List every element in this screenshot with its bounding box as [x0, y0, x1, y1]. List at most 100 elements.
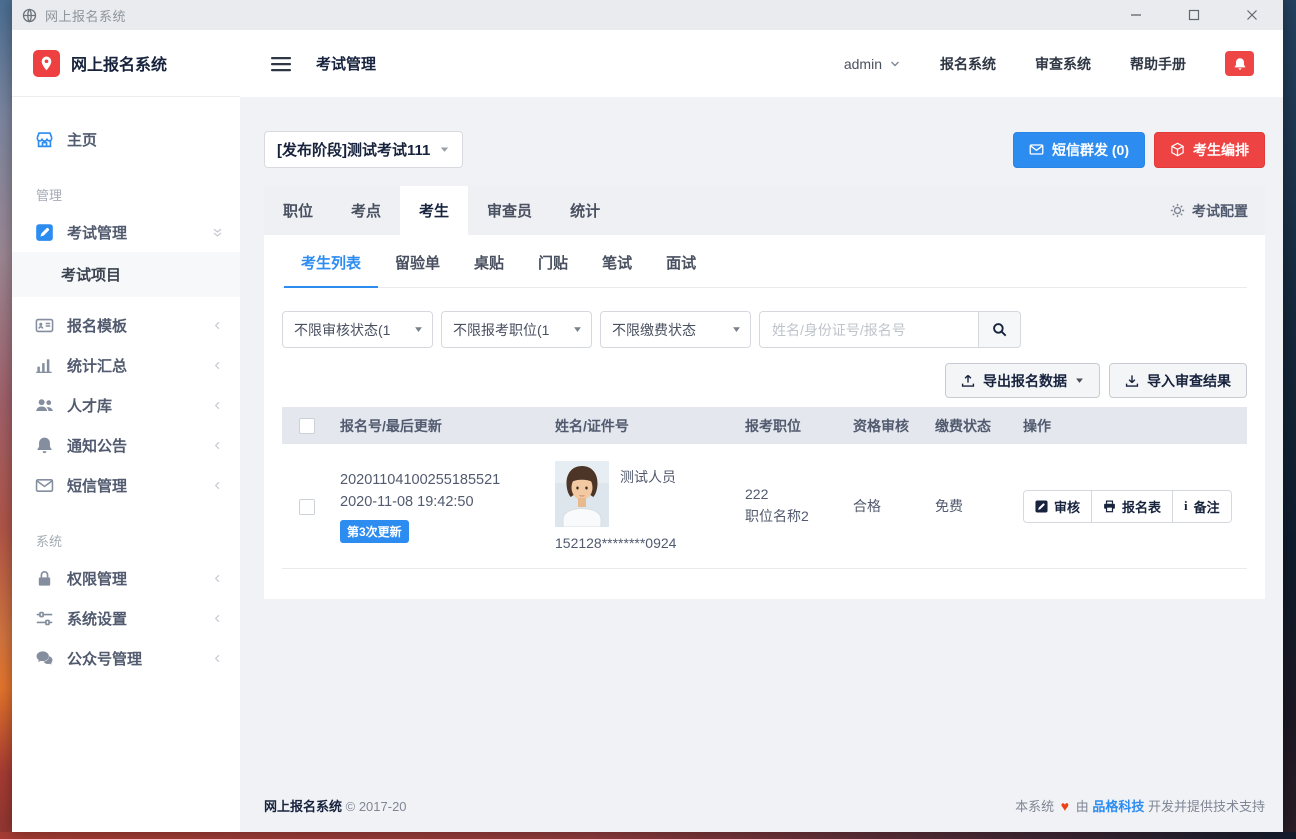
registration-form-button[interactable]: 报名表: [1091, 491, 1172, 522]
review-button[interactable]: 审核: [1024, 491, 1091, 522]
sidebar-item-exam-project[interactable]: 考试项目: [12, 252, 240, 297]
page-title: 考试管理: [316, 53, 376, 74]
cube-icon: [1170, 142, 1185, 157]
close-button[interactable]: [1241, 4, 1263, 26]
maximize-button[interactable]: [1183, 4, 1205, 26]
exam-select-value: [发布阶段]测试考试111: [277, 139, 430, 160]
pencil-square-icon: [1035, 500, 1048, 513]
import-results-label: 导入审查结果: [1147, 371, 1231, 391]
update-count-badge: 第3次更新: [340, 520, 409, 543]
export-data-label: 导出报名数据: [983, 371, 1067, 391]
sidebar-item-label: 统计汇总: [67, 355, 127, 376]
import-results-button[interactable]: 导入审查结果: [1109, 363, 1247, 398]
candidate-name: 测试人员: [620, 467, 676, 487]
sidebar-item-notice[interactable]: 通知公告: [12, 425, 240, 465]
search-button[interactable]: [978, 311, 1021, 348]
sidebar-item-sms-manage[interactable]: 短信管理: [12, 465, 240, 505]
sms-broadcast-button[interactable]: 短信群发 (0): [1013, 132, 1145, 168]
candidates-table: 报名号/最后更新 姓名/证件号 报考职位 资格审核 缴费状态 操作: [282, 407, 1247, 569]
subtab-written-exam[interactable]: 笔试: [585, 235, 649, 288]
subtab-interview[interactable]: 面试: [649, 235, 713, 288]
exam-tabs: 职位 考点 考生 审查员 统计 考试配置: [264, 186, 1265, 235]
sms-broadcast-label: 短信群发 (0): [1052, 140, 1129, 160]
sidebar-item-label: 考试项目: [61, 264, 121, 285]
chevron-left-icon: [211, 652, 224, 665]
tab-statistics[interactable]: 统计: [551, 186, 619, 235]
chevron-left-icon: [211, 572, 224, 585]
arrange-candidates-button[interactable]: 考生编排: [1154, 132, 1265, 168]
download-icon: [1125, 374, 1139, 388]
sidebar-item-reg-template[interactable]: 报名模板: [12, 305, 240, 345]
review-label: 审核: [1054, 497, 1080, 516]
exam-config-label: 考试配置: [1192, 201, 1248, 221]
brand-name: 网上报名系统: [71, 51, 167, 75]
pay-status-value: 不限缴费状态: [612, 320, 696, 340]
footer-copyright: © 2017-20: [346, 799, 407, 814]
sidebar-item-label: 报名模板: [67, 315, 127, 336]
arrange-candidates-label: 考生编排: [1193, 140, 1249, 160]
candidate-search-input[interactable]: [759, 311, 978, 348]
audit-status-select[interactable]: 不限审核状态(1: [282, 311, 433, 348]
sidebar-item-home[interactable]: 主页: [12, 119, 240, 159]
nav-link-help-manual[interactable]: 帮助手册: [1130, 54, 1186, 74]
printer-icon: [1103, 500, 1116, 513]
caret-down-icon: [414, 325, 423, 334]
footer-company-link[interactable]: 品格科技: [1092, 799, 1144, 814]
username: admin: [844, 56, 882, 72]
export-data-button[interactable]: 导出报名数据: [945, 363, 1100, 398]
select-all-checkbox[interactable]: [299, 418, 315, 434]
desktop-wallpaper-right: [1283, 0, 1296, 839]
last-updated: 2020-11-08 19:42:50: [340, 491, 539, 513]
exam-card: 职位 考点 考生 审查员 统计 考试配置 考生列表 留验单: [264, 186, 1265, 599]
footer-credit-suffix: 开发并提供技术支持: [1148, 799, 1265, 814]
position-select[interactable]: 不限报考职位(1: [441, 311, 592, 348]
tab-exam-site[interactable]: 考点: [332, 186, 400, 235]
lock-icon: [35, 569, 54, 588]
position-name: 职位名称2: [745, 506, 837, 528]
minimize-button[interactable]: [1125, 4, 1147, 26]
exam-config-button[interactable]: 考试配置: [1170, 186, 1265, 235]
nav-link-reg-system[interactable]: 报名系统: [940, 54, 996, 74]
chevron-left-icon: [211, 359, 224, 372]
tab-reviewers[interactable]: 审查员: [468, 186, 551, 235]
col-reg-no: 报名号/最后更新: [332, 407, 547, 444]
sidebar-item-stats[interactable]: 统计汇总: [12, 345, 240, 385]
candidate-subtabs: 考生列表 留验单 桌贴 门贴 笔试 面试: [282, 235, 1247, 288]
heart-icon: ♥: [1061, 798, 1069, 814]
chevron-left-icon: [211, 439, 224, 452]
row-checkbox[interactable]: [299, 499, 315, 515]
tab-candidates[interactable]: 考生: [400, 186, 468, 235]
row-actions: 审核 报名表 i 备注: [1023, 490, 1232, 523]
remark-button[interactable]: i 备注: [1172, 491, 1231, 522]
notification-bell-button[interactable]: [1225, 51, 1254, 76]
user-dropdown[interactable]: admin: [844, 56, 901, 72]
sidebar-item-label: 短信管理: [67, 475, 127, 496]
nav-link-audit-system[interactable]: 审查系统: [1035, 54, 1091, 74]
hamburger-icon[interactable]: [271, 56, 291, 72]
sidebar-item-talent-pool[interactable]: 人才库: [12, 385, 240, 425]
col-name-id: 姓名/证件号: [547, 407, 737, 444]
subtab-retention-slip[interactable]: 留验单: [378, 235, 457, 288]
chevron-left-icon: [211, 399, 224, 412]
col-audit: 资格审核: [845, 407, 927, 444]
caret-down-icon: [1075, 376, 1084, 385]
sidebar: 网上报名系统 主页 管理 考试管理: [12, 30, 240, 832]
footer-brand: 网上报名系统: [264, 799, 342, 814]
chevron-down-icon: [889, 58, 901, 70]
sidebar-item-system-setting[interactable]: 系统设置: [12, 598, 240, 638]
footer-credit-by: 由: [1076, 799, 1089, 814]
audit-status: 合格: [845, 444, 927, 569]
exam-select-dropdown[interactable]: [发布阶段]测试考试111: [264, 131, 463, 168]
chevron-double-down-icon: [211, 226, 224, 239]
tab-position[interactable]: 职位: [264, 186, 332, 235]
pay-status: 免费: [927, 444, 1015, 569]
subtab-desk-label[interactable]: 桌贴: [457, 235, 521, 288]
sidebar-item-label: 主页: [67, 129, 97, 150]
sidebar-item-permission[interactable]: 权限管理: [12, 558, 240, 598]
subtab-door-label[interactable]: 门贴: [521, 235, 585, 288]
sidebar-item-wechat-manage[interactable]: 公众号管理: [12, 638, 240, 678]
sidebar-item-exam-manage[interactable]: 考试管理: [12, 212, 240, 252]
pay-status-select[interactable]: 不限缴费状态: [600, 311, 751, 348]
position-code: 222: [745, 484, 837, 506]
subtab-candidate-list[interactable]: 考生列表: [284, 235, 378, 288]
